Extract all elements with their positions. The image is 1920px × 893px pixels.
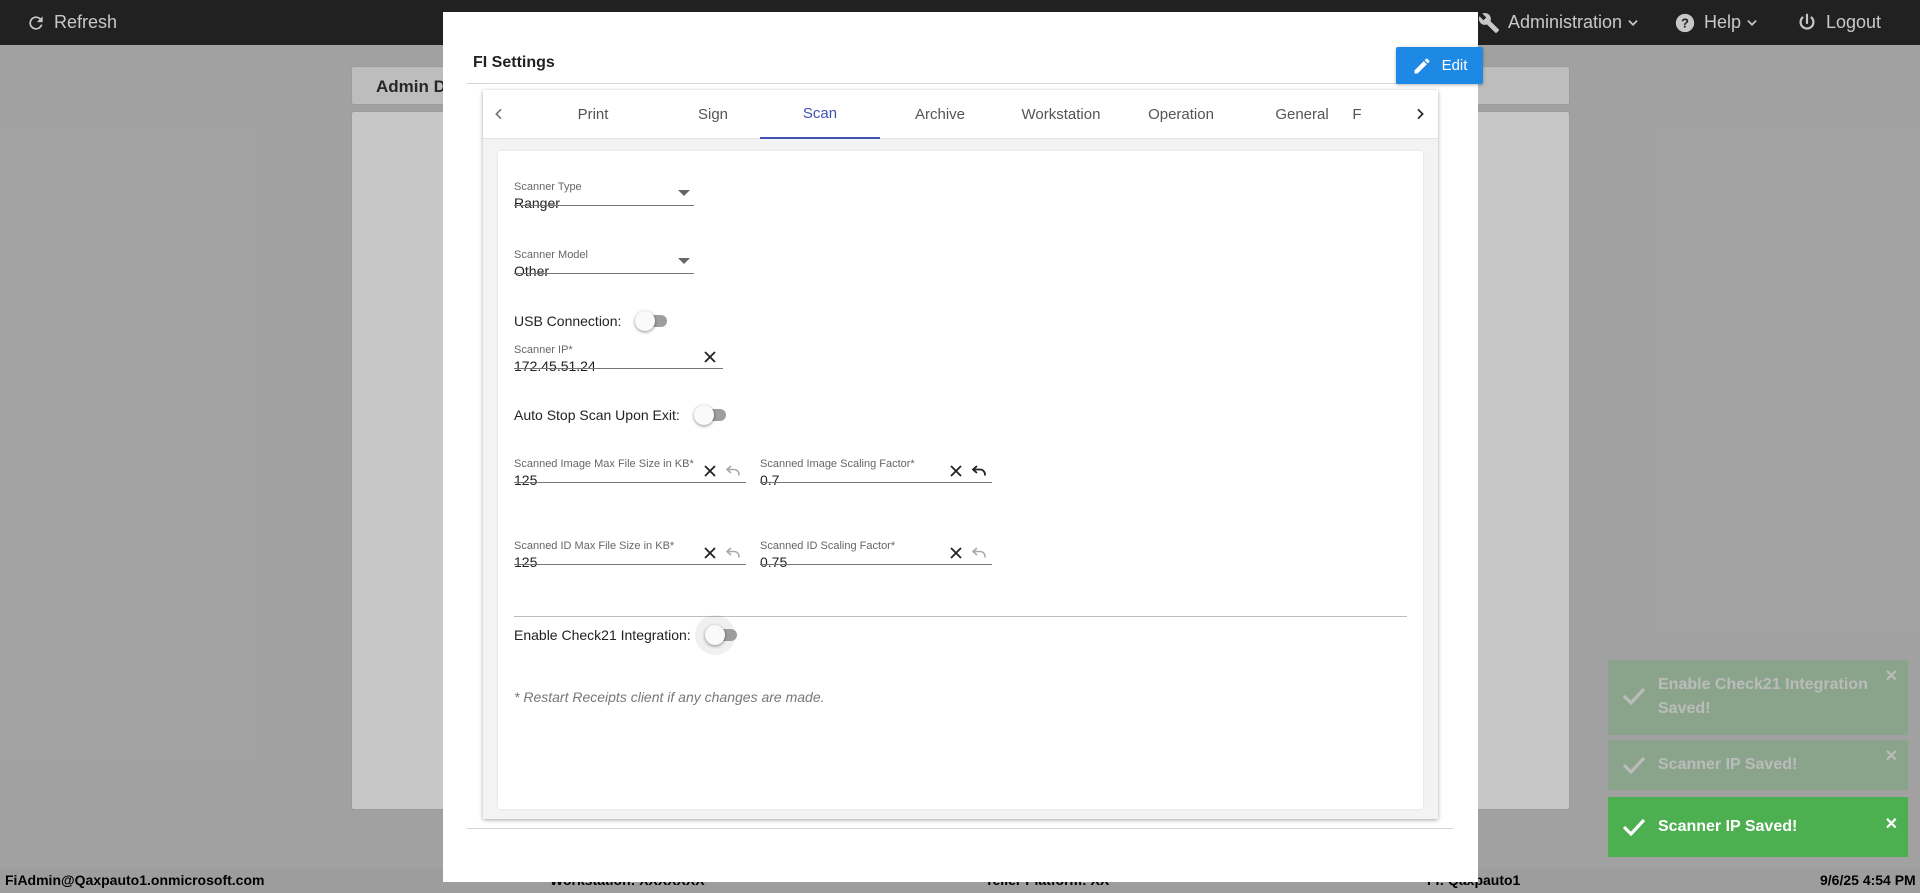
settings-card: Print Sign Scan Archive Workstation Oper…	[483, 90, 1438, 819]
undo-icon[interactable]	[972, 465, 986, 477]
edit-button[interactable]: Edit	[1396, 47, 1483, 84]
auto-stop-row: Auto Stop Scan Upon Exit:	[514, 405, 730, 425]
undo-icon[interactable]	[726, 547, 740, 559]
dropdown-arrow-icon	[678, 190, 690, 196]
check-icon	[1622, 818, 1646, 837]
scanner-ip-field[interactable]: Scanner IP* 172.45.51.24	[514, 344, 723, 374]
dialog-header: FI Settings Edit	[467, 34, 1483, 84]
scanner-type-label: Scanner Type	[514, 181, 582, 193]
scanner-model-select[interactable]: Scanner Model Other	[514, 249, 694, 279]
dialog-footer-divider	[467, 828, 1453, 829]
auto-stop-toggle[interactable]	[693, 405, 730, 425]
image-max-size-field[interactable]: Scanned Image Max File Size in KB* 125	[514, 458, 746, 488]
clear-icon[interactable]	[704, 351, 716, 363]
check21-row: Enable Check21 Integration:	[514, 615, 741, 655]
toast-notification: Enable Check21 Integration Saved! ✕	[1608, 660, 1908, 735]
usb-connection-toggle[interactable]	[635, 311, 671, 331]
toast-message: Scanner IP Saved!	[1658, 818, 1798, 835]
pencil-icon	[1414, 57, 1430, 73]
edit-label: Edit	[1441, 57, 1468, 74]
check-icon	[1622, 756, 1646, 775]
close-icon[interactable]: ✕	[1885, 746, 1898, 766]
close-icon[interactable]: ✕	[1885, 814, 1898, 834]
scanner-type-select[interactable]: Scanner Type Ranger	[514, 181, 694, 211]
dropdown-arrow-icon	[678, 258, 690, 264]
id-max-size-field[interactable]: Scanned ID Max File Size in KB* 125	[514, 540, 746, 570]
restart-note: * Restart Receipts client if any changes…	[514, 689, 825, 705]
settings-tabs: Print Sign Scan Archive Workstation Oper…	[483, 90, 1438, 139]
tab-archive[interactable]: Archive	[880, 90, 1000, 139]
undo-icon[interactable]	[972, 547, 986, 559]
toast-message: Scanner IP Saved!	[1658, 756, 1798, 773]
tab-partial[interactable]: F	[1332, 90, 1382, 139]
toast-message: Enable Check21 Integration Saved!	[1658, 676, 1868, 717]
chevron-left-icon	[495, 108, 502, 120]
clear-icon[interactable]	[704, 547, 716, 559]
fi-settings-dialog: FI Settings Edit Print Sign Scan Archive…	[443, 12, 1483, 882]
auto-stop-label: Auto Stop Scan Upon Exit:	[514, 407, 680, 423]
image-scaling-field[interactable]: Scanned Image Scaling Factor* 0.7	[760, 458, 992, 488]
check-icon	[1622, 687, 1646, 706]
tab-scan[interactable]: Scan	[760, 90, 880, 139]
tabs-scroll-left-button[interactable]	[487, 102, 511, 126]
toast-notification: Scanner IP Saved! ✕	[1608, 797, 1908, 857]
undo-icon[interactable]	[726, 465, 740, 477]
check21-toggle[interactable]	[694, 615, 741, 655]
tab-operation[interactable]: Operation	[1121, 90, 1241, 139]
tabs-scroll-right-button[interactable]	[1408, 102, 1432, 126]
usb-connection-row: USB Connection:	[514, 311, 671, 331]
check21-label: Enable Check21 Integration:	[514, 627, 691, 643]
scanner-model-label: Scanner Model	[514, 249, 588, 261]
scanner-ip-value: 172.45.51.24	[514, 358, 596, 374]
scanner-ip-label: Scanner IP*	[514, 344, 573, 356]
dialog-title: FI Settings	[473, 54, 555, 71]
tab-workstation[interactable]: Workstation	[1001, 90, 1121, 139]
toast-notification: Scanner IP Saved! ✕	[1608, 740, 1908, 790]
usb-connection-label: USB Connection:	[514, 313, 622, 329]
scanner-model-value: Other	[514, 263, 550, 279]
close-icon[interactable]: ✕	[1885, 666, 1898, 686]
tab-print[interactable]: Print	[533, 90, 653, 139]
tab-sign[interactable]: Sign	[653, 90, 773, 139]
clear-icon[interactable]	[950, 547, 962, 559]
clear-icon[interactable]	[704, 465, 716, 477]
clear-icon[interactable]	[950, 465, 962, 477]
id-scaling-field[interactable]: Scanned ID Scaling Factor* 0.75	[760, 540, 992, 570]
scanner-type-value: Ranger	[514, 195, 560, 211]
divider	[514, 616, 1407, 617]
scan-settings-panel: Scanner Type Ranger Scanner Model Other …	[498, 151, 1423, 809]
chevron-right-icon	[1417, 108, 1424, 120]
